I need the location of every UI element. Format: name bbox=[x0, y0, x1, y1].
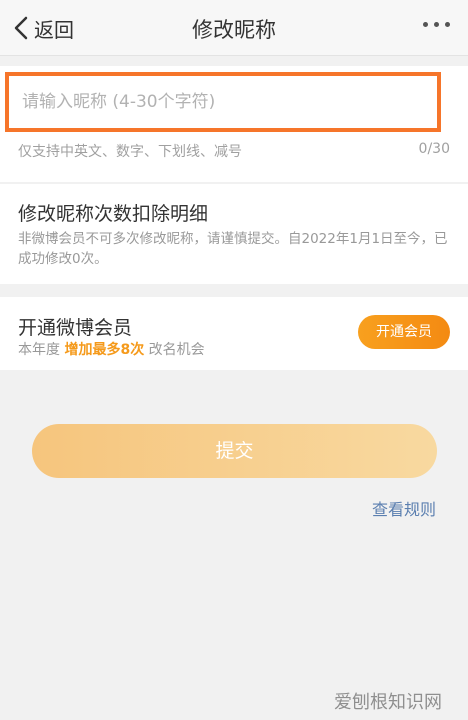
view-rules-link[interactable]: 查看规则 bbox=[372, 496, 436, 520]
nickname-input-frame bbox=[5, 72, 441, 132]
input-hint-row: 仅支持中英文、数字、下划线、减号 0/30 bbox=[18, 141, 450, 161]
deduction-description: 非微博会员不可多次修改昵称，请谨慎提交。自2022年1月1日至今，已成功修改0次… bbox=[18, 231, 448, 267]
vip-sub-prefix: 本年度 bbox=[18, 342, 65, 358]
top-nav-bar: 返回 修改昵称 bbox=[0, 0, 468, 56]
nickname-input[interactable] bbox=[20, 91, 437, 113]
watermark: 爱刨根知识网 bbox=[334, 692, 442, 713]
vip-subtitle: 本年度 增加最多8次 改名机会 bbox=[18, 339, 205, 359]
nickname-input-card: 仅支持中英文、数字、下划线、减号 0/30 bbox=[0, 66, 468, 182]
vip-sub-highlight: 增加最多8次 bbox=[64, 342, 145, 358]
deduction-title: 修改昵称次数扣除明细 bbox=[18, 203, 209, 225]
more-dots-icon bbox=[423, 22, 428, 27]
deduction-card: 修改昵称次数扣除明细 非微博会员不可多次修改昵称，请谨慎提交。自2022年1月1… bbox=[0, 184, 468, 284]
submit-button[interactable]: 提交 bbox=[32, 424, 437, 478]
vip-sub-suffix: 改名机会 bbox=[144, 342, 205, 358]
page-title: 修改昵称 bbox=[192, 18, 276, 42]
char-counter: 0/30 bbox=[418, 141, 450, 157]
vip-card: 开通微博会员 本年度 增加最多8次 改名机会 开通会员 bbox=[0, 297, 468, 370]
vip-title: 开通微博会员 bbox=[18, 317, 133, 339]
input-hint: 仅支持中英文、数字、下划线、减号 bbox=[18, 144, 242, 160]
more-dot bbox=[434, 22, 439, 27]
more-dot bbox=[445, 22, 450, 27]
more-menu-button[interactable] bbox=[423, 22, 450, 27]
open-vip-button[interactable]: 开通会员 bbox=[358, 315, 450, 349]
